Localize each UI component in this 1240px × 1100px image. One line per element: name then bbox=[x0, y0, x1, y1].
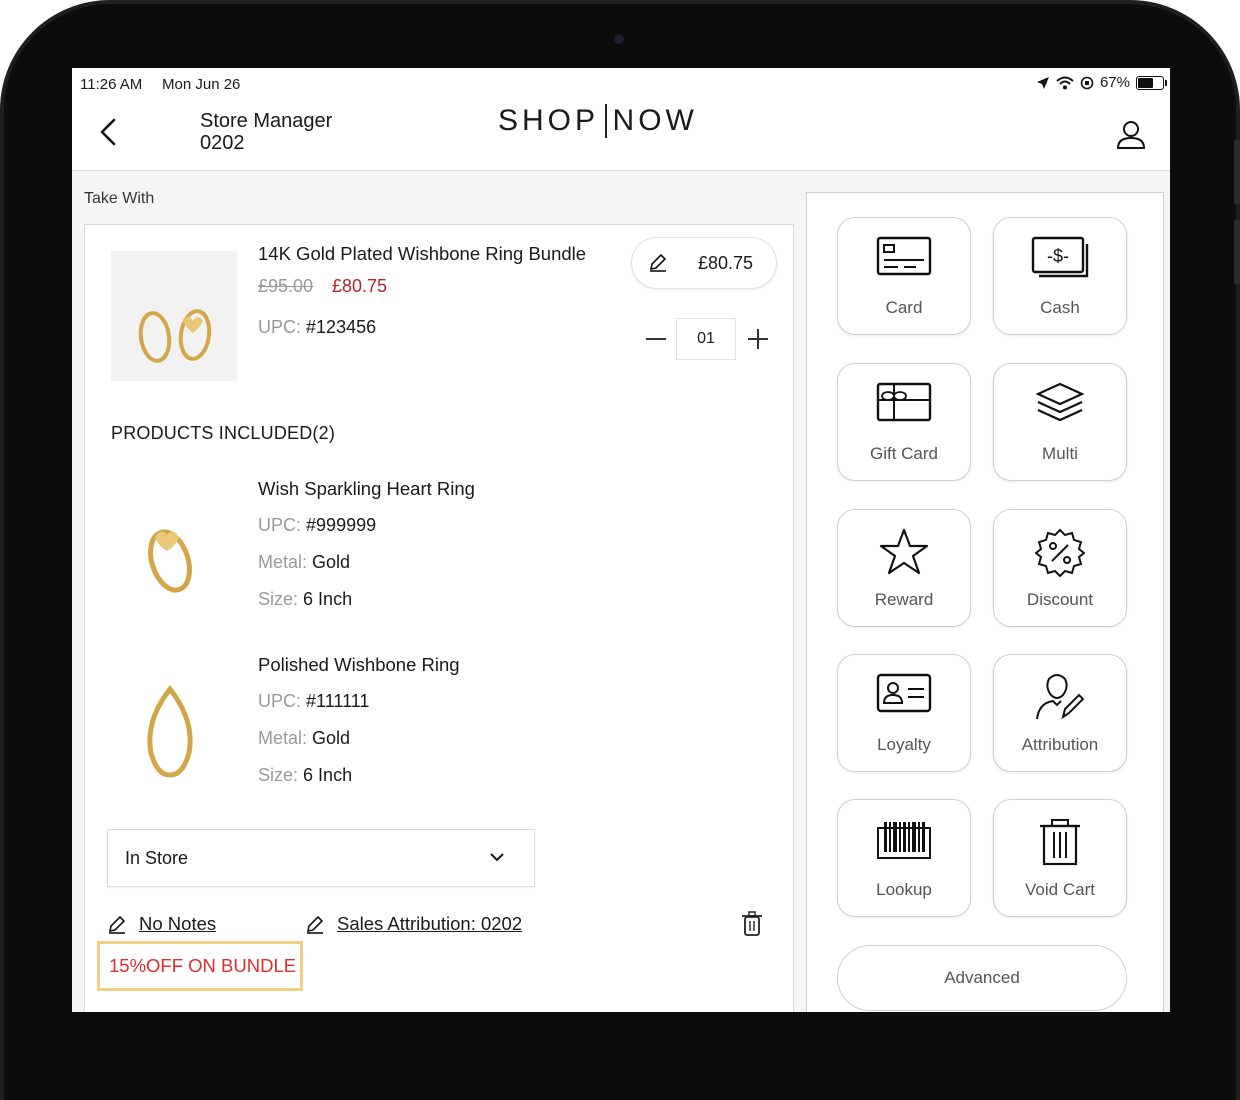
original-price: £95.00 bbox=[258, 276, 314, 296]
screen: 11:26 AM Mon Jun 26 67% Store Manager 02… bbox=[72, 68, 1170, 1012]
orientation-lock-icon bbox=[1080, 76, 1094, 89]
store-manager-label: Store Manager 0202 bbox=[200, 110, 332, 154]
quantity-input[interactable]: 01 bbox=[676, 318, 736, 360]
id-card-icon bbox=[876, 673, 932, 713]
role-id: 0202 bbox=[200, 132, 245, 154]
role-title: Store Manager bbox=[200, 110, 333, 132]
fulfillment-value: In Store bbox=[125, 848, 189, 868]
included-item-name: Polished Wishbone Ring bbox=[258, 654, 460, 675]
app-header: Store Manager 0202 SHOP NOW bbox=[72, 100, 1170, 171]
take-with-label: Take With bbox=[84, 190, 155, 207]
included-item-name: Wish Sparkling Heart Ring bbox=[258, 478, 475, 499]
user-pen-icon bbox=[1036, 674, 1085, 720]
pencil-icon bbox=[108, 915, 126, 934]
notes-link[interactable]: No Notes bbox=[107, 913, 216, 935]
svg-text:-$-: -$- bbox=[1047, 246, 1069, 266]
status-bar: 11:26 AM Mon Jun 26 67% bbox=[72, 68, 1170, 100]
included-item-size: Size: 6 Inch bbox=[258, 765, 353, 785]
payment-panel: Card -$- Cash Gift Card Multi Reward Dis… bbox=[806, 192, 1164, 1012]
included-item-upc: UPC: #111111 bbox=[258, 691, 370, 711]
cash-icon: -$- bbox=[1031, 236, 1089, 278]
front-camera bbox=[614, 34, 624, 44]
sales-attribution-label: Sales Attribution: 0202 bbox=[337, 913, 523, 934]
notes-label: No Notes bbox=[139, 913, 217, 934]
quantity-decrease-button[interactable] bbox=[645, 325, 667, 353]
included-item-metal: Metal: Gold bbox=[258, 552, 351, 572]
percent-badge-icon bbox=[1035, 528, 1085, 578]
bundle-title: 14K Gold Plated Wishbone Ring Bundle bbox=[258, 243, 587, 264]
included-item-size: Size: 6 Inch bbox=[258, 589, 353, 609]
trash-icon bbox=[1040, 819, 1080, 866]
shopnow-logo: SHOP NOW bbox=[498, 104, 698, 138]
void-cart-button[interactable]: Void Cart bbox=[993, 799, 1127, 917]
battery-icon bbox=[1136, 75, 1167, 90]
bundle-upc: UPC: #123456 bbox=[258, 317, 377, 337]
bundle-thumbnail bbox=[111, 251, 237, 381]
products-included-heading: PRODUCTS INCLUDED(2) bbox=[111, 423, 336, 443]
sales-attribution-link[interactable]: Sales Attribution: 0202 bbox=[305, 913, 522, 935]
status-date: Mon Jun 26 bbox=[162, 76, 241, 93]
fulfillment-select[interactable]: In Store bbox=[107, 829, 535, 887]
included-item-upc: UPC: #999999 bbox=[258, 515, 377, 535]
credit-card-icon bbox=[876, 236, 932, 276]
back-arrow-icon[interactable] bbox=[94, 114, 124, 150]
heart-ring-image bbox=[148, 529, 192, 593]
pay-attribution-button[interactable]: Attribution bbox=[993, 654, 1127, 772]
layers-icon bbox=[1036, 382, 1084, 422]
pay-lookup-button[interactable]: Lookup bbox=[837, 799, 971, 917]
pencil-icon bbox=[649, 253, 667, 272]
pay-loyalty-button[interactable]: Loyalty bbox=[837, 654, 971, 772]
pay-cash-button[interactable]: -$- Cash bbox=[993, 217, 1127, 335]
pay-gift-card-button[interactable]: Gift Card bbox=[837, 363, 971, 481]
pay-discount-button[interactable]: Discount bbox=[993, 509, 1127, 627]
ring-pair-image bbox=[138, 309, 212, 363]
edit-price-value: £80.75 bbox=[698, 253, 754, 273]
advanced-button[interactable]: Advanced bbox=[837, 945, 1127, 1011]
promo-tag: 15%OFF ON BUNDLE bbox=[97, 941, 303, 991]
wishbone-ring-image bbox=[147, 684, 193, 778]
edit-price-button[interactable]: £80.75 bbox=[631, 237, 777, 289]
battery-percent: 67% bbox=[1099, 74, 1130, 91]
volume-up-button bbox=[1234, 140, 1240, 204]
cart-item-card: 14K Gold Plated Wishbone Ring Bundle £95… bbox=[84, 224, 794, 1012]
wifi-icon bbox=[1056, 76, 1074, 89]
quantity-increase-button[interactable] bbox=[747, 325, 769, 353]
status-time: 11:26 AM bbox=[80, 76, 143, 93]
status-icons: 67% bbox=[1036, 74, 1167, 91]
sale-price: £80.75 bbox=[332, 276, 388, 296]
pay-multi-button[interactable]: Multi bbox=[993, 363, 1127, 481]
gift-card-icon bbox=[876, 382, 932, 422]
pay-reward-button[interactable]: Reward bbox=[837, 509, 971, 627]
user-profile-icon[interactable] bbox=[1114, 118, 1148, 152]
pay-card-button[interactable]: Card bbox=[837, 217, 971, 335]
barcode-icon bbox=[877, 822, 931, 859]
included-item-metal: Metal: Gold bbox=[258, 728, 351, 748]
volume-down-button bbox=[1234, 220, 1240, 284]
delete-item-trash-icon[interactable] bbox=[741, 911, 763, 937]
star-icon bbox=[879, 528, 929, 575]
location-arrow-icon bbox=[1036, 76, 1049, 89]
chevron-down-icon bbox=[490, 853, 504, 862]
pencil-icon bbox=[306, 915, 324, 934]
